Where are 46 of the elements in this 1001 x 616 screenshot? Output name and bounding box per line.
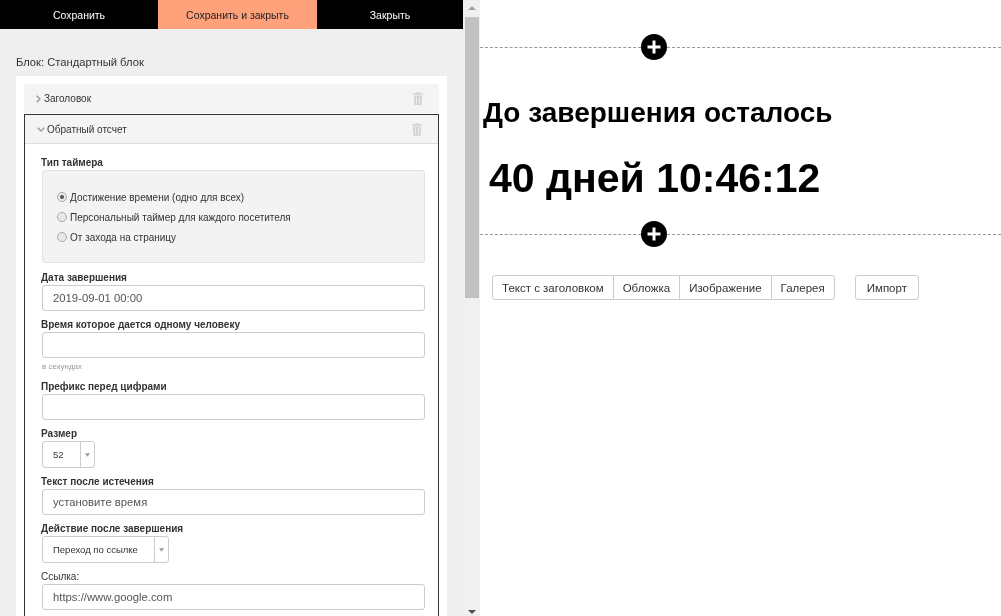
arrow-up-icon[interactable] [467, 6, 476, 10]
import-button[interactable]: Импорт [854, 275, 919, 300]
accordion-header[interactable]: Обратный отсчет [25, 115, 438, 144]
chevron-down-icon [37, 126, 45, 132]
block-type-button[interactable]: Текст с заголовком [492, 275, 614, 300]
text-input[interactable]: установите время [42, 489, 425, 515]
accordion-header[interactable]: Заголовок [24, 84, 439, 113]
radio-button[interactable] [57, 232, 67, 242]
block-type-button[interactable]: Изображение [679, 275, 772, 300]
plus-icon[interactable] [641, 221, 667, 247]
field-label: Ссылка: [41, 570, 81, 583]
countdown-timer: 40 дней 10:46:12 [489, 154, 822, 202]
field-label: Размер [41, 427, 78, 440]
scrollbar-thumb[interactable] [464, 17, 479, 298]
field-label: Дата завершения [41, 271, 128, 284]
trash-icon[interactable] [412, 122, 422, 136]
radio-label[interactable]: Достижение времени (одно для всех) [70, 191, 245, 203]
close-button[interactable]: Закрыть [317, 0, 463, 29]
text-input[interactable] [42, 394, 425, 420]
radio-label[interactable]: Персональный таймер для каждого посетителя [70, 211, 291, 223]
help-text: в секундах [42, 361, 84, 373]
text-input[interactable]: https://www.google.com [42, 584, 425, 610]
radio-button[interactable] [57, 192, 67, 202]
save-button[interactable]: Сохранить [0, 0, 158, 29]
radio-label[interactable]: От захода на страницу [70, 231, 177, 243]
select-field[interactable]: Переход по ссылке [42, 536, 169, 563]
field-label: Текст после истечения [41, 475, 155, 488]
block-type-button[interactable]: Галерея [770, 275, 835, 300]
plus-icon[interactable] [641, 34, 667, 60]
field-label: Время которое дается одному человеку [41, 318, 241, 331]
block-type-button[interactable]: Обложка [612, 275, 681, 300]
save-and-close-button[interactable]: Сохранить и закрыть [158, 0, 317, 29]
field-label: Префикс перед цифрами [41, 380, 168, 393]
field-label: Действие после завершения [41, 522, 185, 535]
caret-icon [84, 452, 90, 457]
field-label: Тип таймера [41, 156, 104, 169]
radio-button[interactable] [57, 212, 67, 222]
select-field[interactable]: 52 [42, 441, 95, 468]
arrow-down-icon[interactable] [467, 610, 476, 614]
block-title: Блок: Стандартный блок [16, 55, 145, 69]
chevron-right-icon [36, 94, 41, 103]
caret-icon [158, 547, 164, 552]
text-input[interactable] [42, 332, 425, 358]
text-input[interactable]: 2019-09-01 00:00 [42, 285, 425, 311]
preview-heading: До завершения осталось [483, 96, 834, 130]
trash-icon[interactable] [413, 92, 423, 105]
